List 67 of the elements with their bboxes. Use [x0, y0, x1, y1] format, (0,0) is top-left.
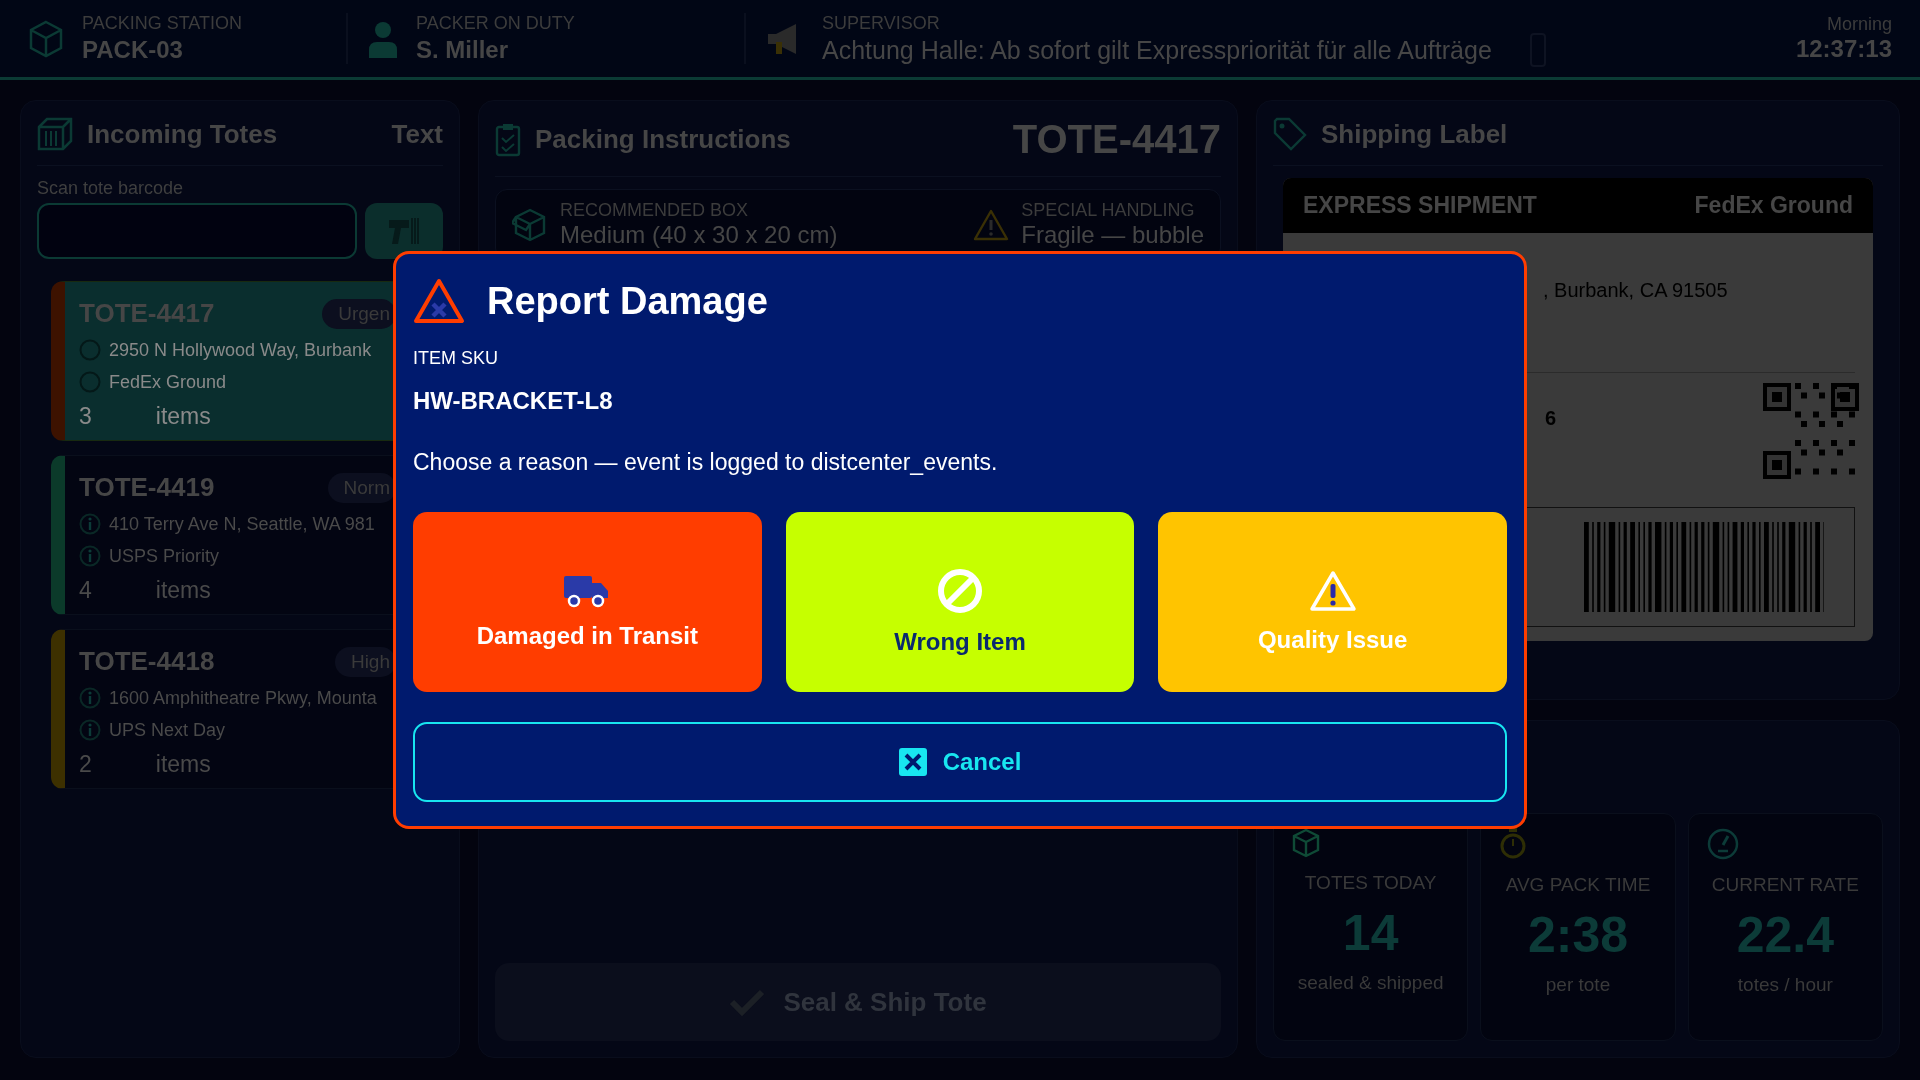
info-icon: [79, 687, 101, 709]
container-icon: [37, 117, 73, 151]
header-text: Text: [391, 118, 443, 150]
tote-address: 2950 N Hollywood Way, Burbank: [109, 339, 372, 361]
info-icon: [79, 719, 101, 741]
carrier-name: FedEx Ground: [1694, 192, 1853, 219]
items-label: items: [155, 751, 211, 778]
reason-button[interactable]: Wrong Item: [785, 512, 1135, 692]
tag-icon: [1273, 117, 1307, 151]
item-count: 2: [79, 751, 92, 778]
warning-icon: [413, 278, 465, 324]
gauge-icon: [1706, 828, 1739, 860]
tote-carrier: USPS Priority: [109, 545, 220, 567]
reason-button[interactable]: Damaged in Transit: [413, 512, 762, 692]
item-count: 4: [79, 577, 92, 604]
info-label: SPECIAL HANDLING: [1021, 200, 1196, 221]
items-label: items: [155, 403, 211, 430]
clock-time: 12:37:13: [1795, 35, 1892, 63]
stopwatch-icon: [1499, 828, 1528, 860]
truck-icon: [564, 573, 611, 608]
open-box-icon: [512, 207, 548, 242]
label-address: , Burbank, CA 91505: [1543, 279, 1728, 301]
tote-carrier: UPS Next Day: [109, 719, 226, 741]
stat-label: AVG PACK TIME: [1505, 874, 1651, 896]
clipboard-icon: [495, 122, 521, 157]
tracking-number: 6: [1545, 407, 1557, 430]
info-label: RECOMMENDED BOX: [560, 200, 749, 221]
info-value: Medium (40 x 30 x 20 cm): [560, 221, 838, 249]
stat-unit: totes / hour: [1737, 974, 1833, 996]
service-type: EXPRESS SHIPMENT: [1303, 192, 1537, 219]
panel-title: Shipping Label: [1321, 118, 1508, 150]
warning-icon: [973, 208, 1010, 241]
tote-address: 410 Terry Ave N, Seattle, WA 981: [109, 513, 375, 535]
scanner-button[interactable]: [365, 203, 443, 259]
panel-title: Incoming Totes: [87, 118, 278, 150]
warning-icon: [1308, 569, 1357, 612]
stat-label: TOTES TODAY: [1304, 872, 1437, 894]
cancel-button[interactable]: Cancel: [413, 722, 1507, 802]
item-count: 3: [79, 403, 92, 430]
packer-name: S. Miller: [416, 36, 510, 64]
stat-label: CURRENT RATE: [1711, 874, 1859, 896]
supervisor-label: SUPERVISOR: [822, 12, 941, 34]
tote-id: TOTE-4417: [1012, 117, 1221, 162]
panel-title: Packing Instructions: [535, 124, 791, 155]
barcode-input[interactable]: [37, 203, 357, 259]
items-label: items: [155, 577, 211, 604]
cube-icon: [28, 19, 64, 58]
info-icon: [79, 545, 101, 567]
stat-unit: sealed & shipped: [1297, 972, 1444, 994]
station-label: PACKING STATION: [82, 13, 242, 34]
info-value: Fragile — bubble: [1021, 221, 1204, 249]
prohibited-icon: [937, 567, 983, 614]
supervisor-message: Achtung Halle: Ab sofort gilt Expresspriorität für alle Aufträge: [822, 35, 1492, 65]
close-icon: [898, 748, 927, 776]
tote-id: TOTE-4417: [79, 298, 215, 329]
box-icon: [1292, 828, 1320, 858]
info-icon: [79, 513, 101, 535]
person-icon: [368, 19, 398, 58]
tote-address: 1600 Amphitheatre Pkwy, Mounta: [109, 687, 377, 709]
greeting: Morning: [1826, 14, 1892, 35]
tote-id: TOTE-4418: [79, 646, 215, 677]
packer-label: PACKER ON DUTY: [416, 13, 575, 34]
tote-carrier: FedEx Ground: [109, 371, 227, 393]
tote-id: TOTE-4419: [79, 472, 215, 503]
stat-unit: per tote: [1545, 974, 1611, 996]
field-label: Scan tote barcode: [37, 178, 185, 199]
station-value: PACK-03: [82, 36, 184, 64]
